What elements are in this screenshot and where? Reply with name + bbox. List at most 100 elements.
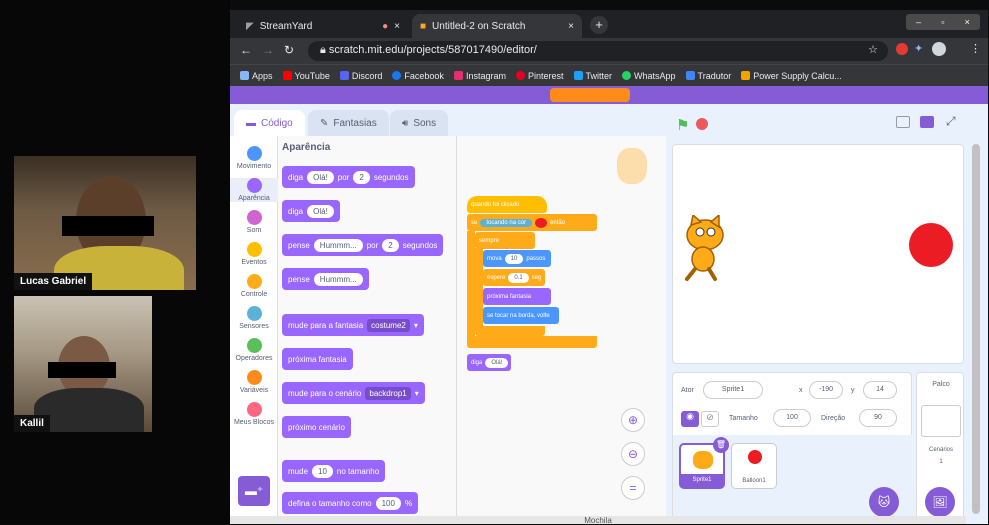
delete-sprite-icon[interactable]: 🗑︎	[713, 437, 729, 453]
category-sound[interactable]: Som	[230, 210, 278, 234]
bookmark-tradutor[interactable]: Tradutor	[685, 71, 731, 81]
minimize-icon[interactable]: –	[916, 17, 921, 27]
category-my-blocks[interactable]: Meus Blocos	[230, 402, 278, 426]
backdrop-thumb	[921, 405, 961, 437]
tab-costumes[interactable]: ✎ Fantasias	[308, 110, 389, 136]
block-think[interactable]: pense Hummm...	[282, 268, 369, 290]
block-move[interactable]: mova 10 passos	[483, 250, 551, 267]
share-button[interactable]	[550, 88, 630, 102]
page-scrollbar[interactable]	[966, 104, 988, 524]
block-say[interactable]: diga Olá!	[282, 200, 340, 222]
back-icon[interactable]: ←	[240, 43, 252, 57]
forward-icon[interactable]: →	[262, 43, 274, 57]
translate-icon	[685, 71, 695, 80]
category-looks[interactable]: Aparência	[230, 178, 278, 202]
address-bar[interactable]: 🔒︎ scratch.mit.edu/projects/587017490/ed…	[308, 41, 888, 61]
block-forever[interactable]: sempre	[475, 232, 535, 249]
script-area[interactable]: quando foi clicado se tocando na cor então…	[456, 136, 666, 516]
choose-sprite-button[interactable]: 🐱︎	[869, 487, 899, 517]
bookmark-discord[interactable]: Discord	[339, 71, 382, 81]
stop-icon[interactable]	[696, 118, 708, 130]
bookmark-apps[interactable]: Apps	[240, 71, 273, 81]
green-flag-icon[interactable]: ⚑	[676, 116, 689, 134]
extension-icon[interactable]	[896, 43, 908, 55]
size-label: Tamanho	[729, 415, 758, 422]
block-switch-backdrop[interactable]: mude para o cenário backdrop1 ▾	[282, 382, 425, 404]
choose-backdrop-button[interactable]: 🖼︎	[925, 487, 955, 517]
participant-name-2: Kallil	[14, 415, 50, 432]
profile-avatar[interactable]	[932, 42, 946, 56]
category-operators[interactable]: Operadores	[230, 338, 278, 362]
show-sprite-icon[interactable]: ◉	[681, 411, 699, 427]
star-icon[interactable]: ☆	[868, 43, 878, 56]
sprite-thumb-1[interactable]: Sprite1 🗑︎	[679, 437, 729, 489]
bookmark-power-supply[interactable]: Power Supply Calcu...	[741, 71, 842, 81]
category-control[interactable]: Controle	[230, 274, 278, 298]
tab-label: Untitled-2 on Scratch	[432, 20, 526, 32]
x-input[interactable]: -190	[809, 381, 843, 399]
block-bounce-on-edge[interactable]: se tocar na borda, volte	[483, 307, 559, 324]
zoom-out-button[interactable]: ⊖	[621, 442, 645, 466]
zoom-in-button[interactable]: ⊕	[621, 408, 645, 432]
backdrops-count: 1	[939, 459, 943, 465]
block-next-backdrop[interactable]: próximo cenário	[282, 416, 351, 438]
sprite-info-panel: Ator Sprite1 x -190 y 14 ◉ ⊘ Tamanho 100…	[672, 372, 913, 523]
color-swatch[interactable]	[535, 217, 548, 228]
y-input[interactable]: 14	[863, 381, 897, 399]
add-extension-button[interactable]: ▬⁺	[238, 476, 270, 506]
fullscreen-icon[interactable]: ⤢	[946, 114, 956, 129]
scroll-thumb[interactable]	[972, 144, 980, 514]
close-icon[interactable]: ×	[394, 21, 400, 32]
bookmark-facebook[interactable]: Facebook	[392, 71, 444, 81]
hide-sprite-icon[interactable]: ⊘	[701, 411, 719, 427]
discord-icon	[339, 71, 349, 80]
small-stage-icon[interactable]	[896, 116, 910, 128]
category-motion[interactable]: Movimento	[230, 146, 278, 170]
bookmark-instagram[interactable]: Instagram	[453, 71, 506, 81]
participant-video-2: Kallil	[14, 296, 152, 432]
bookmark-twitter[interactable]: Twitter	[573, 71, 612, 81]
large-stage-icon[interactable]	[920, 116, 934, 128]
direction-input[interactable]: 90	[859, 409, 897, 427]
tab-code[interactable]: ▬ Código	[234, 110, 305, 136]
tab-scratch[interactable]: ■ Untitled-2 on Scratch ×	[412, 14, 582, 38]
backpack-bar[interactable]: Mochila	[230, 516, 966, 525]
block-say-for-secs[interactable]: diga Olá! por 2 segundos	[282, 166, 415, 188]
block-say[interactable]: diga Olá!	[467, 354, 511, 371]
category-sensing[interactable]: Sensores	[230, 306, 278, 330]
block-next-costume[interactable]: próxima fantasia	[483, 288, 551, 305]
sprite-name-input[interactable]: Sprite1	[703, 381, 763, 399]
block-change-size[interactable]: mude 10 no tamanho	[282, 460, 386, 482]
block-set-size[interactable]: defina o tamanho como 100%	[282, 492, 419, 514]
menu-icon[interactable]: ⋮	[970, 42, 981, 55]
reload-icon[interactable]: ↻	[284, 43, 294, 57]
block-if[interactable]: se tocando na cor então	[467, 214, 597, 231]
bookmark-whatsapp[interactable]: WhatsApp	[622, 71, 676, 81]
close-window-icon[interactable]: ×	[965, 17, 970, 27]
block-next-costume[interactable]: próxima fantasia	[282, 348, 353, 370]
close-icon[interactable]: ×	[568, 21, 574, 32]
stage[interactable]	[672, 144, 964, 364]
tab-sounds[interactable]: 🔊︎ Sons	[390, 110, 449, 136]
block-switch-costume[interactable]: mude para a fantasia costume2 ▾	[282, 314, 424, 336]
zoom-reset-button[interactable]: =	[621, 476, 645, 500]
block-when-flag-clicked[interactable]: quando foi clicado	[467, 196, 547, 213]
block-wait[interactable]: espere 0.1 seg	[483, 269, 545, 286]
category-variables[interactable]: Variáveis	[230, 370, 278, 394]
sprite-watermark	[617, 148, 647, 184]
new-tab-button[interactable]: +	[590, 16, 608, 34]
extension-icon[interactable]: ✦	[914, 42, 923, 55]
stage-target-panel[interactable]: Palco Cenários 1 🖼︎	[916, 372, 964, 522]
category-events[interactable]: Eventos	[230, 242, 278, 266]
cat-sprite[interactable]	[679, 215, 729, 281]
bookmark-youtube[interactable]: YouTube	[282, 71, 330, 81]
block-think-for-secs[interactable]: pense Hummm... por 2 segundos	[282, 234, 444, 256]
sprite-thumb-2[interactable]: Balloon1	[731, 443, 777, 489]
balloon-sprite[interactable]	[909, 223, 953, 267]
maximize-icon[interactable]: ▫	[941, 17, 944, 27]
size-input[interactable]: 100	[773, 409, 811, 427]
tab-streamyard[interactable]: ◤ StreamYard ● ×	[238, 14, 408, 38]
my-blocks-dot-icon	[246, 402, 262, 417]
bookmark-pinterest[interactable]: Pinterest	[515, 71, 564, 81]
control-dot-icon	[246, 274, 262, 289]
